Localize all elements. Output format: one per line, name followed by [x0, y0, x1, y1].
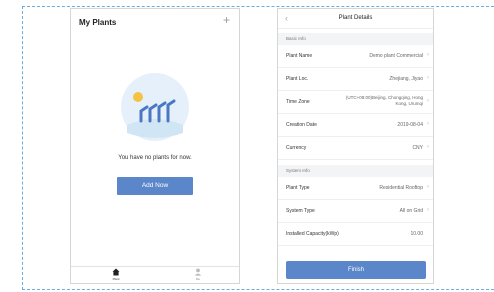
- tab-me[interactable]: Me: [183, 268, 213, 281]
- row-time-zone[interactable]: Time Zone (UTC+08:00)Beijing, Chongqing,…: [278, 91, 433, 114]
- add-now-button[interactable]: Add Now: [117, 177, 193, 195]
- row-installed-capacity[interactable]: Installed Capacity(kWp) 10.00: [278, 223, 433, 246]
- home-icon: [112, 268, 120, 276]
- empty-state-illustration: [121, 73, 189, 141]
- chevron-right-icon: ›: [427, 98, 429, 104]
- tab-me-label: Me: [195, 277, 201, 281]
- my-plants-header: My Plants +: [71, 9, 239, 35]
- tab-plant-label: Plant: [112, 277, 120, 281]
- plant-details-screen: ‹ Plant Details Basic Info Plant Name De…: [277, 8, 434, 284]
- user-icon: [194, 268, 202, 276]
- row-value: All on Grid: [399, 208, 423, 214]
- frame-top-border: [22, 6, 494, 7]
- row-value: Demo plant Commercial: [369, 53, 423, 59]
- row-label: Time Zone: [286, 99, 310, 105]
- page-title: My Plants: [79, 18, 117, 27]
- row-currency[interactable]: Currency CNY ›: [278, 137, 433, 160]
- page-title: Plant Details: [338, 15, 373, 21]
- row-value: 2019-08-04: [397, 122, 423, 128]
- row-label: Plant Type: [286, 185, 310, 191]
- row-plant-name[interactable]: Plant Name Demo plant Commercial ›: [278, 45, 433, 68]
- row-plant-type[interactable]: Plant Type Residential Rooftop ›: [278, 177, 433, 200]
- chevron-right-icon: ›: [427, 144, 429, 150]
- row-value: 10.00: [410, 231, 423, 237]
- chevron-right-icon: ›: [427, 184, 429, 190]
- my-plants-screen: My Plants + You have no plants for now. …: [70, 8, 240, 284]
- row-plant-location[interactable]: Plant Loc. Zhejiang, Jiyao ›: [278, 68, 433, 91]
- row-label: Installed Capacity(kWp): [286, 231, 339, 237]
- finish-button[interactable]: Finish: [286, 261, 426, 279]
- frame-left-border: [22, 6, 23, 290]
- section-basic-info: Basic Info: [278, 33, 433, 45]
- tab-plant[interactable]: Plant: [101, 268, 131, 281]
- row-value: Residential Rooftop: [379, 185, 423, 191]
- row-label: System Type: [286, 208, 315, 214]
- row-label: Currency: [286, 145, 307, 151]
- row-label: Creation Date: [286, 122, 317, 128]
- empty-state-text: You have no plants for now.: [118, 155, 192, 161]
- row-label: Plant Name: [286, 53, 313, 59]
- row-value: (UTC+08:00)Beijing, Chongqing, Hong Kong…: [345, 95, 423, 106]
- chevron-right-icon: ›: [427, 121, 429, 127]
- row-value: Zhejiang, Jiyao: [389, 76, 423, 82]
- row-creation-date[interactable]: Creation Date 2019-08-04 ›: [278, 114, 433, 137]
- chevron-right-icon: ›: [427, 75, 429, 81]
- chevron-right-icon: ›: [427, 207, 429, 213]
- row-system-type[interactable]: System Type All on Grid ›: [278, 200, 433, 223]
- section-system-info: System Info: [278, 165, 433, 177]
- row-label: Plant Loc.: [286, 76, 309, 82]
- frame-bottom-border: [22, 289, 494, 290]
- bottom-tab-bar: Plant Me: [71, 266, 239, 283]
- plant-details-header: ‹ Plant Details: [278, 9, 433, 29]
- row-value: CNY: [412, 145, 423, 151]
- plus-icon[interactable]: +: [223, 14, 230, 26]
- chevron-right-icon: ›: [427, 52, 429, 58]
